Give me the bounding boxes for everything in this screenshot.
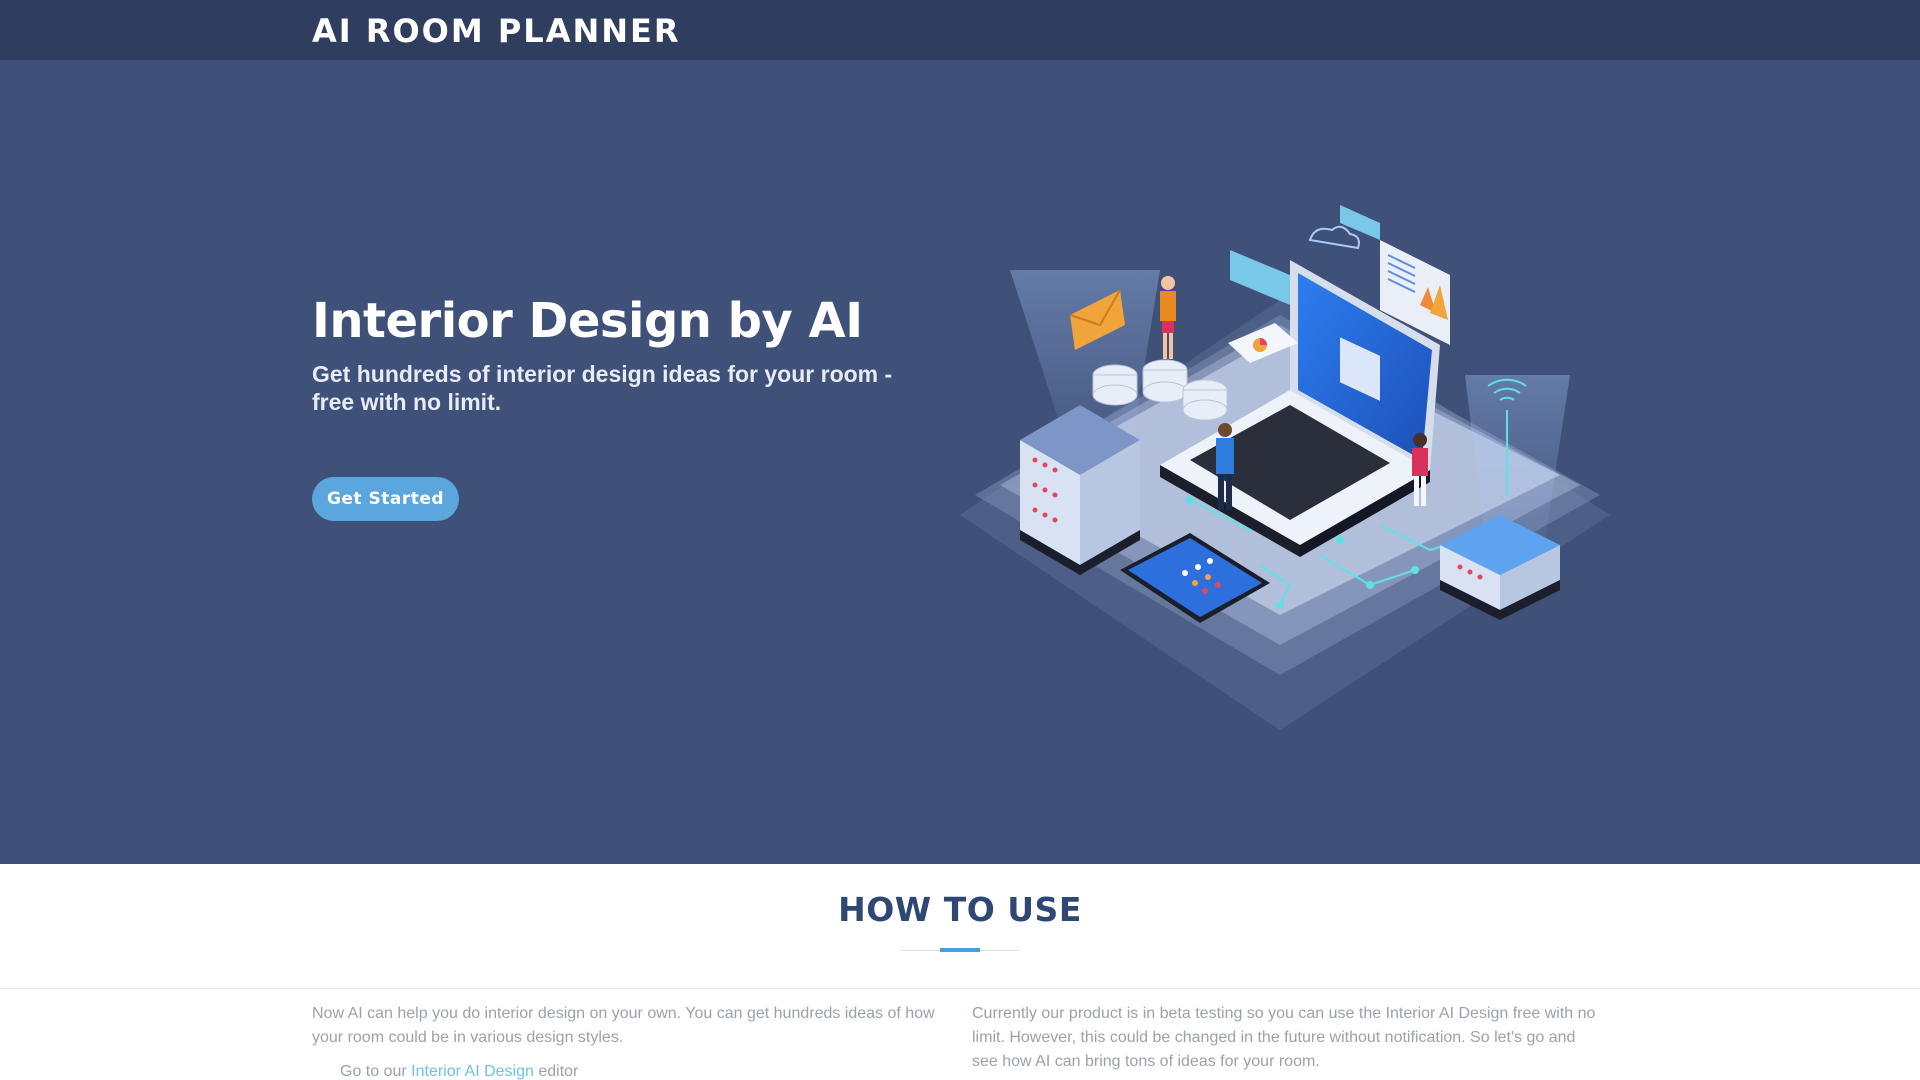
heading-divider-accent bbox=[940, 948, 980, 952]
brand-logo-link[interactable]: AI ROOM PLANNER bbox=[312, 12, 681, 50]
get-started-button[interactable]: Get Started bbox=[312, 477, 459, 521]
hero-title: Interior Design by AI bbox=[312, 293, 863, 349]
how-to-use-heading: HOW TO USE bbox=[838, 890, 1082, 929]
hero-illustration bbox=[960, 205, 1610, 730]
hero-subtitle: Get hundreds of interior design ideas fo… bbox=[312, 361, 893, 415]
step-1-suffix: editor bbox=[538, 1063, 579, 1080]
top-navbar: AI ROOM PLANNER bbox=[0, 0, 1920, 60]
server-rack-left bbox=[1020, 405, 1140, 575]
intro-text-left: Now AI can help you do interior design o… bbox=[312, 1005, 935, 1046]
interior-ai-design-link[interactable]: Interior AI Design bbox=[411, 1063, 534, 1080]
step-1-prefix: Go to our bbox=[340, 1063, 407, 1080]
intro-text-right: Currently our product is in beta testing… bbox=[972, 1005, 1596, 1070]
step-1: Go to our Interior AI Design editor bbox=[340, 1063, 578, 1080]
person-standing-top bbox=[1160, 276, 1176, 359]
section-separator bbox=[0, 988, 1920, 989]
